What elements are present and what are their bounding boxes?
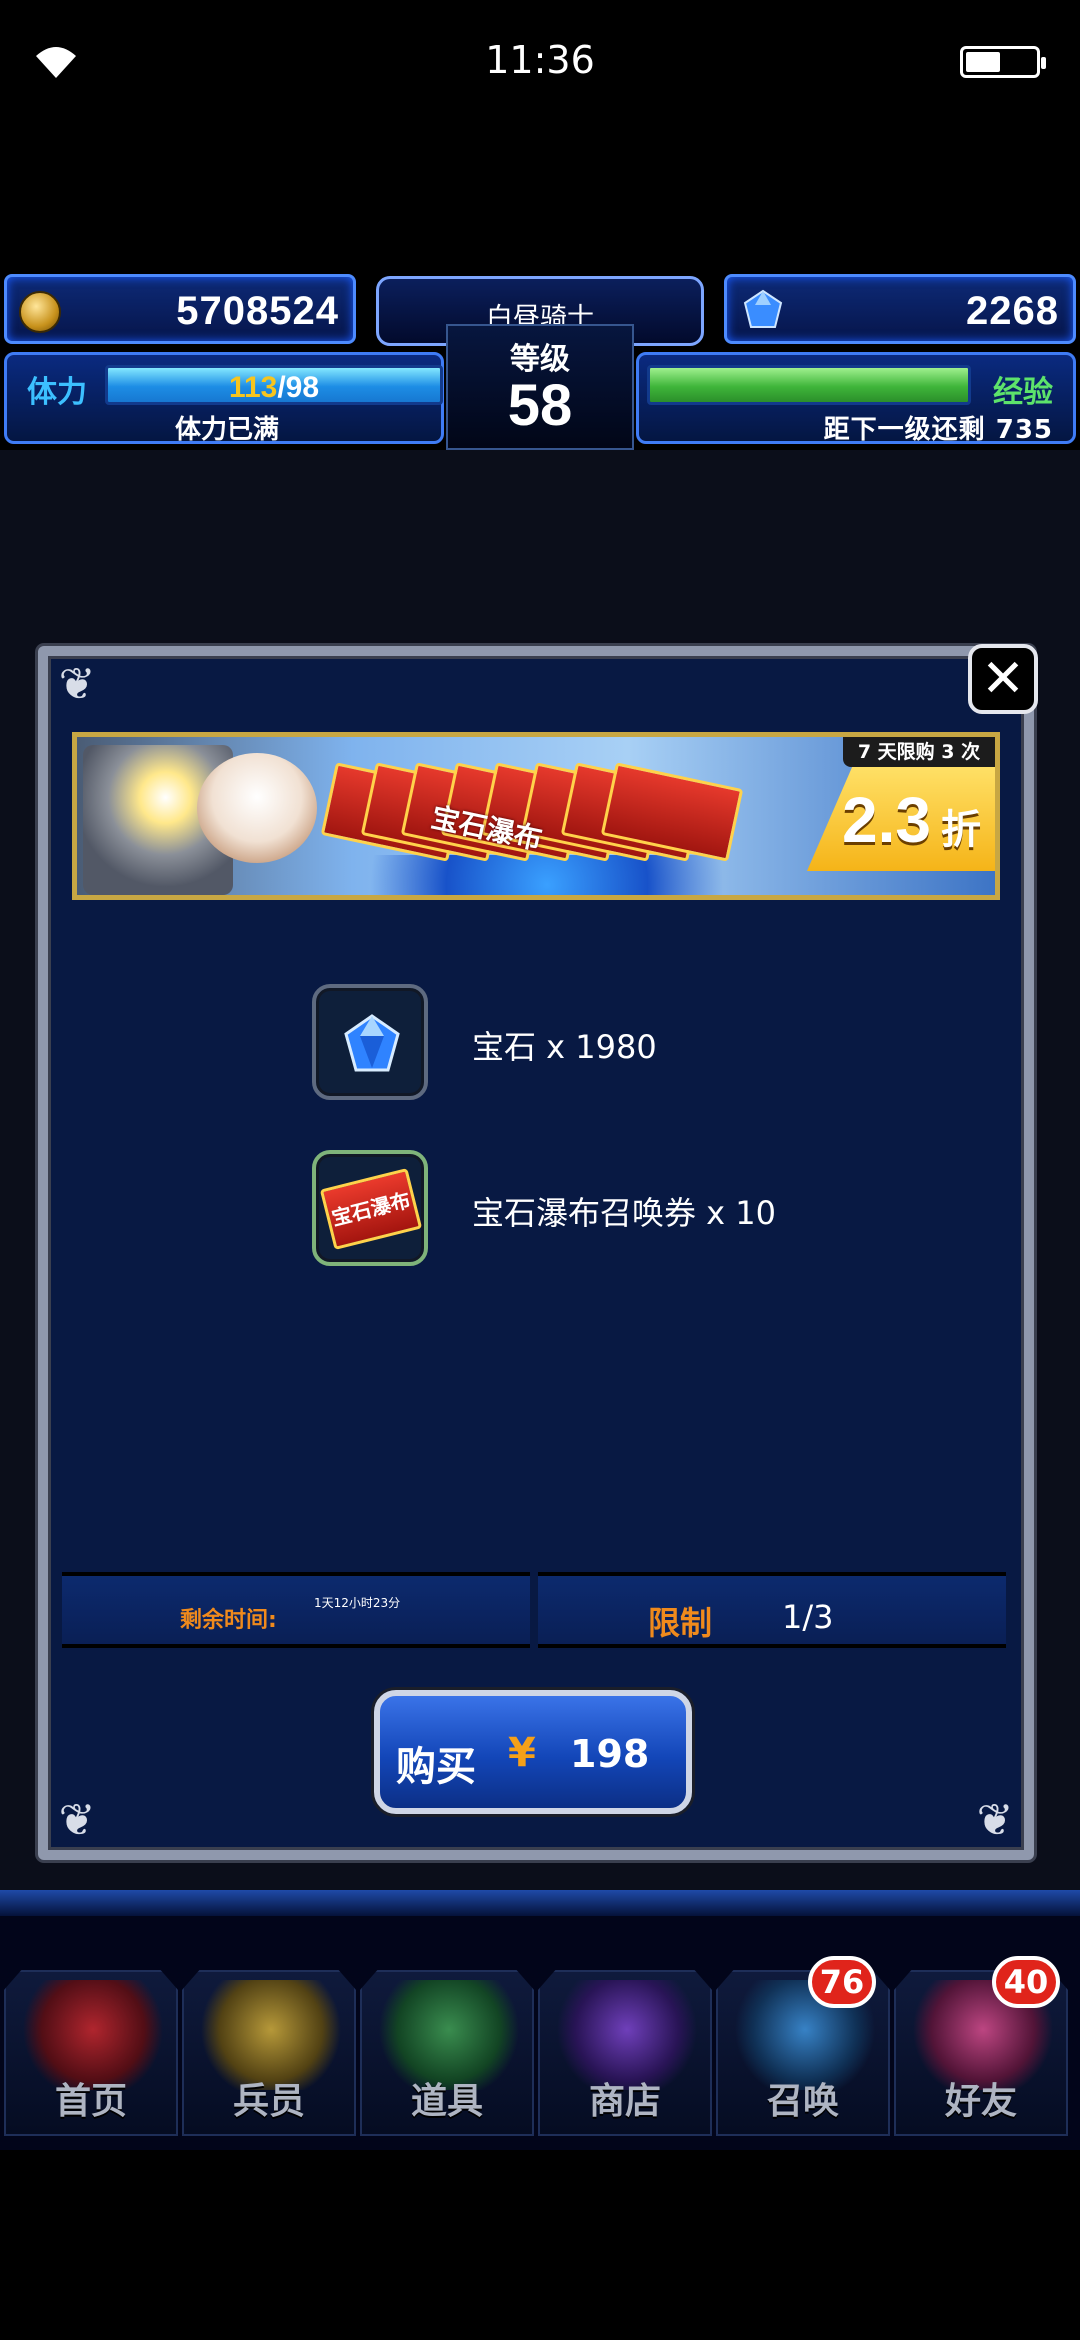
remaining-time-value: 1天12小时23分 — [314, 1596, 401, 1610]
bottom-letterbox — [0, 2150, 1080, 2340]
nav-label: 商店 — [588, 2081, 661, 2122]
nav-units[interactable]: 兵员 — [182, 1970, 356, 2136]
exp-bar — [647, 365, 971, 405]
remaining-time-panel: 剩余时间: 1天12小时23分 — [62, 1572, 530, 1648]
reward-item: 宝石 x 1980 — [312, 984, 912, 1100]
limit-label: 限制 — [648, 1604, 713, 1642]
stamina-panel: 体力 113/98 体力已满 — [4, 352, 444, 445]
level-box: 等级 58 — [446, 324, 634, 450]
player-hud: 5708524 白昼骑士 2268 体力 113/98 体力已满 等级 58 经… — [0, 268, 1080, 450]
moogle-icon — [197, 753, 317, 863]
close-icon: ✕ — [981, 649, 1025, 709]
status-bar: 11:36 — [0, 0, 1080, 125]
currency-symbol: ¥ — [508, 1730, 536, 1776]
bottom-nav: 首页 兵员 道具 商店 召唤 好友 76 40 — [0, 1916, 1080, 2150]
nav-label: 好友 — [944, 2081, 1017, 2122]
nav-label: 道具 — [410, 2081, 483, 2122]
gold-amount: 5708524 — [176, 289, 339, 333]
item-label: 宝石瀑布召唤券 x 10 — [472, 1194, 777, 1232]
stamina-label: 体力 — [27, 375, 87, 410]
stamina-bar: 113/98 — [105, 365, 443, 405]
corner-ornament-icon: ❦ — [58, 1795, 96, 1846]
summon-badge: 76 — [808, 1956, 876, 2008]
offer-banner: 宝石瀑布 7 天限购 3 次 2.3 折 — [72, 732, 1000, 900]
gem-counter: 2268 — [724, 274, 1076, 344]
gem-amount: 2268 — [966, 289, 1059, 333]
nav-shop[interactable]: 商店 — [538, 1970, 712, 2136]
ticket-stack-icon — [320, 762, 807, 867]
nav-items[interactable]: 道具 — [360, 1970, 534, 2136]
stamina-max: /98 — [277, 371, 320, 404]
corner-ornament-icon: ❦ — [976, 1795, 1014, 1846]
item-label: 宝石 x 1980 — [472, 1028, 657, 1066]
nav-label: 首页 — [54, 2081, 127, 2122]
gem-item-icon — [312, 984, 428, 1100]
purchase-limit-badge: 7 天限购 3 次 — [843, 737, 995, 767]
nav-label: 兵员 — [232, 2081, 305, 2122]
status-time: 11:36 — [485, 38, 595, 82]
gold-counter: 5708524 — [4, 274, 356, 344]
exp-panel: 经验 距下一级还剩 735 — [636, 352, 1076, 445]
ticket-icon: 宝石瀑布 — [319, 1168, 423, 1250]
corner-ornament-icon: ❦ — [58, 659, 96, 710]
buy-button[interactable]: 购买 ¥ 198 — [374, 1690, 692, 1814]
limit-value: 1/3 — [782, 1598, 834, 1636]
stamina-value: 113/98 — [108, 371, 440, 404]
price: 198 — [570, 1732, 650, 1776]
stamina-current: 113 — [228, 371, 278, 404]
nav-top-strip — [0, 1890, 1080, 1916]
coin-icon — [19, 291, 61, 333]
discount-unit: 折 — [941, 807, 981, 853]
discount-value: 2.3 — [842, 784, 931, 856]
gem-icon — [743, 289, 783, 328]
exp-fill — [650, 368, 968, 402]
friends-badge: 40 — [992, 1956, 1060, 2008]
level-number: 58 — [507, 373, 573, 438]
buy-label: 购买 — [396, 1744, 476, 1790]
exp-label: 经验 — [993, 375, 1053, 410]
remaining-time-label: 剩余时间: — [180, 1608, 277, 1633]
nav-home[interactable]: 首页 — [4, 1970, 178, 2136]
gem-icon — [344, 1014, 400, 1072]
purchase-limit-panel: 限制 1/3 — [538, 1572, 1006, 1648]
ticket-item-icon: 宝石瀑布 — [312, 1150, 428, 1266]
nav-label: 召唤 — [766, 2081, 839, 2122]
battery-icon — [960, 46, 1046, 78]
stamina-status: 体力已满 — [174, 415, 279, 445]
reward-item: 宝石瀑布 宝石瀑布召唤券 x 10 — [312, 1150, 912, 1266]
close-button[interactable]: ✕ — [968, 644, 1038, 714]
exp-remaining: 距下一级还剩 735 — [823, 415, 1053, 445]
